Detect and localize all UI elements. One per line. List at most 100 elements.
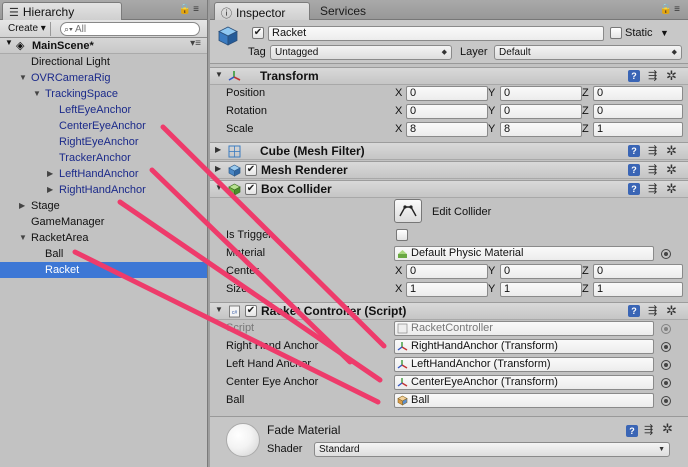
expand-arrow[interactable]: ▼ xyxy=(19,230,29,246)
object-picker-icon[interactable] xyxy=(661,342,671,352)
scene-menu-icon[interactable]: ▾≡ xyxy=(190,38,201,49)
hierarchy-item-racket[interactable]: Racket xyxy=(0,262,207,278)
collapse-arrow[interactable]: ▶ xyxy=(47,166,57,182)
rotation-x-field[interactable]: 0 xyxy=(406,104,488,119)
layer-dropdown[interactable]: Default ◆ xyxy=(494,45,682,60)
mesh-renderer-enabled-checkbox[interactable]: ✔ xyxy=(245,164,257,176)
search-input[interactable] xyxy=(75,23,193,35)
position-y-field[interactable]: 0 xyxy=(500,86,582,101)
create-button[interactable]: Create ▾ xyxy=(4,22,51,36)
object-picker-icon[interactable] xyxy=(661,249,671,259)
hierarchy-item-trackingspace[interactable]: ▼ TrackingSpace xyxy=(0,86,207,102)
expand-arrow[interactable]: ▼ xyxy=(215,70,223,79)
hierarchy-item-ovrcamerarig[interactable]: ▼ OVRCameraRig xyxy=(0,70,207,86)
position-x-label[interactable]: X xyxy=(395,86,402,101)
help-icon[interactable]: ? xyxy=(628,164,640,176)
rotation-y-label[interactable]: Y xyxy=(488,104,495,119)
center-z-label[interactable]: Z xyxy=(582,264,589,279)
gear-icon[interactable]: ✲ xyxy=(662,421,673,437)
rotation-z-field[interactable]: 0 xyxy=(593,104,683,119)
hierarchy-item-gamemanager[interactable]: GameManager xyxy=(0,214,207,230)
collapse-arrow[interactable]: ▶ xyxy=(215,164,221,173)
hierarchy-item-trackeranchor[interactable]: TrackerAnchor xyxy=(0,150,207,166)
preset-icon[interactable]: ⇶ xyxy=(648,304,657,317)
hierarchy-item-lefteyeanchor[interactable]: LeftEyeAnchor xyxy=(0,102,207,118)
center-x-field[interactable]: 0 xyxy=(406,264,488,279)
gear-icon[interactable]: ✲ xyxy=(666,181,677,197)
expand-arrow[interactable]: ▼ xyxy=(215,305,223,314)
hierarchy-item-ball[interactable]: Ball xyxy=(0,246,207,262)
menu-icon[interactable]: ≡ xyxy=(674,4,682,15)
scale-x-field[interactable]: 8 xyxy=(406,122,488,137)
position-x-field[interactable]: 0 xyxy=(406,86,488,101)
help-icon[interactable]: ? xyxy=(626,425,638,437)
object-picker-icon[interactable] xyxy=(661,360,671,370)
help-icon[interactable]: ? xyxy=(628,145,640,157)
box-collider-enabled-checkbox[interactable]: ✔ xyxy=(245,183,257,195)
scale-y-label[interactable]: Y xyxy=(488,122,495,137)
position-z-label[interactable]: Z xyxy=(582,86,589,101)
preset-icon[interactable]: ⇶ xyxy=(648,163,657,176)
shader-dropdown[interactable]: Standard ▼ xyxy=(314,442,670,457)
collapse-arrow[interactable]: ▶ xyxy=(215,145,221,154)
help-icon[interactable]: ? xyxy=(628,305,640,317)
preset-icon[interactable]: ⇶ xyxy=(644,423,653,436)
edit-collider-button[interactable] xyxy=(394,199,422,223)
rotation-z-label[interactable]: Z xyxy=(582,104,589,119)
gear-icon[interactable]: ✲ xyxy=(666,143,677,159)
object-name-field[interactable]: Racket xyxy=(268,26,604,41)
box-collider-header[interactable]: ▼ ✔ Box Collider ? ⇶ ✲ xyxy=(210,180,688,198)
preset-icon[interactable]: ⇶ xyxy=(648,69,657,82)
rotation-y-field[interactable]: 0 xyxy=(500,104,582,119)
collapse-arrow[interactable]: ▶ xyxy=(47,182,57,198)
preset-icon[interactable]: ⇶ xyxy=(648,144,657,157)
is-trigger-checkbox[interactable] xyxy=(396,229,408,241)
scene-expand-arrow[interactable]: ▼ xyxy=(5,38,13,47)
racket-controller-header[interactable]: ▼ c# ✔ Racket Controller (Script) ? ⇶ ✲ xyxy=(210,302,688,320)
scale-z-field[interactable]: 1 xyxy=(593,122,683,137)
menu-icon[interactable]: ≡ xyxy=(193,4,201,15)
hierarchy-item-racketarea[interactable]: ▼ RacketArea xyxy=(0,230,207,246)
gear-icon[interactable]: ✲ xyxy=(666,68,677,84)
scene-row[interactable]: ▼ ◈ MainScene* ▾≡ xyxy=(0,38,207,54)
hierarchy-item-righteyeanchor[interactable]: RightEyeAnchor xyxy=(0,134,207,150)
rotation-x-label[interactable]: X xyxy=(395,104,402,119)
object-picker-icon[interactable] xyxy=(661,378,671,388)
expand-arrow[interactable]: ▼ xyxy=(33,86,43,102)
hierarchy-item-directional-light[interactable]: Directional Light xyxy=(0,54,207,70)
gear-icon[interactable]: ✲ xyxy=(666,303,677,319)
size-x-label[interactable]: X xyxy=(395,282,402,297)
size-y-field[interactable]: 1 xyxy=(500,282,582,297)
center-eye-anchor-field[interactable]: CenterEyeAnchor (Transform) xyxy=(394,375,654,390)
tag-dropdown[interactable]: Untagged ◆ xyxy=(270,45,452,60)
tab-inspector[interactable]: ⓘ Inspector xyxy=(214,2,310,20)
inspector-window-icons[interactable]: 🔒≡ xyxy=(660,4,682,15)
static-checkbox[interactable] xyxy=(610,27,622,39)
help-icon[interactable]: ? xyxy=(628,183,640,195)
material-field[interactable]: Default Physic Material xyxy=(394,246,654,261)
hierarchy-item-righthandanchor[interactable]: ▶ RightHandAnchor xyxy=(0,182,207,198)
position-y-label[interactable]: Y xyxy=(488,86,495,101)
position-z-field[interactable]: 0 xyxy=(593,86,683,101)
center-y-label[interactable]: Y xyxy=(488,264,495,279)
tab-hierarchy[interactable]: ☰ Hierarchy xyxy=(2,2,122,20)
hierarchy-item-stage[interactable]: ▶ Stage xyxy=(0,198,207,214)
size-x-field[interactable]: 1 xyxy=(406,282,488,297)
help-icon[interactable]: ? xyxy=(628,70,640,82)
center-z-field[interactable]: 0 xyxy=(593,264,683,279)
static-dropdown-arrow[interactable]: ▼ xyxy=(660,26,669,41)
hierarchy-window-icons[interactable]: 🔒≡ xyxy=(179,4,201,15)
collapse-arrow[interactable]: ▶ xyxy=(19,198,29,214)
hierarchy-item-centereyeanchor[interactable]: CenterEyeAnchor xyxy=(0,118,207,134)
racket-controller-enabled-checkbox[interactable]: ✔ xyxy=(245,305,257,317)
scale-y-field[interactable]: 8 xyxy=(500,122,582,137)
hierarchy-search[interactable]: ⌕▾ xyxy=(60,22,200,36)
size-y-label[interactable]: Y xyxy=(488,282,495,297)
size-z-field[interactable]: 1 xyxy=(593,282,683,297)
right-hand-anchor-field[interactable]: RightHandAnchor (Transform) xyxy=(394,339,654,354)
object-picker-icon[interactable] xyxy=(661,396,671,406)
mesh-filter-header[interactable]: ▶ Cube (Mesh Filter) ? ⇶ ✲ xyxy=(210,142,688,160)
mesh-renderer-header[interactable]: ▶ ✔ Mesh Renderer ? ⇶ ✲ xyxy=(210,161,688,179)
scale-x-label[interactable]: X xyxy=(395,122,402,137)
transform-header[interactable]: ▼ Transform ? ⇶ ✲ xyxy=(210,67,688,85)
